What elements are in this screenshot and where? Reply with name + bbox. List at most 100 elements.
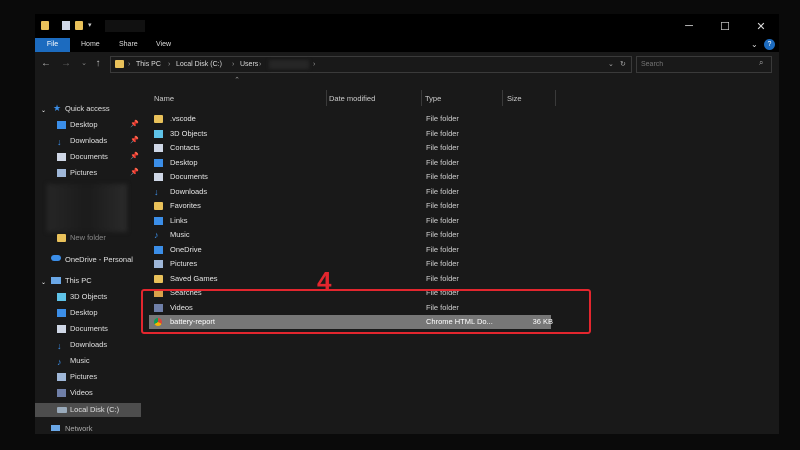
nav-pc-3d-objects[interactable]: 3D Objects: [35, 290, 141, 304]
expand-arrow-icon[interactable]: ⌄: [41, 276, 46, 290]
nav-label: Videos: [70, 388, 93, 397]
nav-pc-local-disk[interactable]: Local Disk (C:): [35, 403, 141, 417]
favorites-icon: [154, 202, 163, 210]
nav-pc-music[interactable]: ♪ Music: [35, 354, 141, 368]
file-row-desktop[interactable]: Desktop File folder: [149, 156, 551, 170]
column-divider[interactable]: [326, 90, 327, 106]
nav-pc-downloads[interactable]: ↓ Downloads: [35, 338, 141, 352]
nav-pc-documents[interactable]: Documents: [35, 322, 141, 336]
nav-label: Music: [70, 356, 90, 365]
pin-icon[interactable]: 📌: [130, 166, 139, 180]
file-row-documents[interactable]: Documents File folder: [149, 170, 551, 184]
file-type: File folder: [426, 230, 459, 239]
nav-label: Documents: [70, 152, 108, 161]
redacted-username: [269, 60, 309, 69]
file-row-vscode[interactable]: .vscode File folder: [149, 112, 551, 126]
tab-home[interactable]: Home: [81, 38, 100, 52]
file-type: File folder: [426, 273, 459, 283]
file-type: File folder: [426, 128, 459, 138]
file-row-favorites[interactable]: Favorites File folder: [149, 199, 551, 213]
pin-icon[interactable]: 📌: [130, 118, 139, 132]
nav-onedrive[interactable]: OneDrive - Personal: [35, 253, 141, 267]
maximize-button[interactable]: ☐: [707, 14, 743, 38]
column-divider[interactable]: [502, 90, 503, 106]
column-header-date[interactable]: Date modified: [329, 92, 375, 106]
nav-quick-downloads[interactable]: ↓ Downloads 📌: [35, 134, 141, 148]
column-divider[interactable]: [555, 90, 556, 106]
chevron-down-icon[interactable]: ⌄: [608, 57, 614, 72]
pin-icon[interactable]: 📌: [130, 134, 139, 148]
file-row-onedrive[interactable]: OneDrive File folder: [149, 243, 551, 257]
column-header-name[interactable]: Name: [154, 92, 174, 106]
ribbon-tabs: File Home Share View ⌄ ?: [35, 38, 779, 52]
minimize-button[interactable]: ─: [671, 14, 707, 38]
recent-locations-button[interactable]: ⌄: [77, 56, 91, 72]
file-name: Documents: [170, 172, 208, 181]
breadcrumb-local-disk[interactable]: Local Disk (C:): [176, 57, 222, 72]
tab-file[interactable]: File: [35, 38, 70, 52]
nav-quick-access[interactable]: ⌄ ★ Quick access: [35, 102, 141, 116]
videos-icon: [57, 389, 66, 397]
breadcrumb-separator: ›: [168, 61, 171, 68]
nav-this-pc[interactable]: ⌄ This PC: [35, 274, 141, 288]
forward-button[interactable]: →: [59, 56, 73, 72]
search-input[interactable]: [641, 58, 751, 70]
pin-icon[interactable]: 📌: [130, 150, 139, 164]
nav-pc-desktop[interactable]: Desktop: [35, 306, 141, 320]
file-row-3d-objects[interactable]: 3D Objects File folder: [149, 127, 551, 141]
breadcrumb-this-pc[interactable]: This PC: [136, 57, 161, 72]
star-icon: ★: [53, 103, 62, 113]
file-row-music[interactable]: ♪ Music File folder: [149, 228, 551, 242]
search-box[interactable]: ⌕: [636, 56, 772, 73]
column-header-size[interactable]: Size: [507, 92, 522, 106]
breadcrumb-users[interactable]: Users: [240, 57, 258, 72]
nav-label: Desktop: [70, 120, 98, 129]
nav-quick-desktop[interactable]: Desktop 📌: [35, 118, 141, 132]
chevron-down-icon[interactable]: ▾: [88, 21, 96, 30]
file-row-saved-games[interactable]: Saved Games File folder: [149, 272, 551, 286]
pictures-icon: [57, 169, 66, 177]
new-folder-icon[interactable]: [75, 21, 83, 30]
file-row-links[interactable]: Links File folder: [149, 214, 551, 228]
downloads-icon: ↓: [57, 137, 62, 147]
breadcrumb-separator: ›: [232, 61, 235, 68]
folder-icon: [154, 115, 163, 123]
nav-quick-documents[interactable]: Documents 📌: [35, 150, 141, 164]
breadcrumb-separator: ›: [128, 61, 131, 68]
nav-pc-pictures[interactable]: Pictures: [35, 370, 141, 384]
file-type: File folder: [426, 215, 459, 225]
tab-view[interactable]: View: [156, 38, 171, 52]
nav-quick-pictures[interactable]: Pictures 📌: [35, 166, 141, 180]
file-name: OneDrive: [170, 244, 202, 254]
tab-share[interactable]: Share: [119, 38, 138, 52]
up-button[interactable]: ↑: [91, 56, 105, 72]
help-icon[interactable]: ?: [764, 39, 775, 50]
nav-pc-videos[interactable]: Videos: [35, 386, 141, 400]
close-button[interactable]: ✕: [743, 14, 779, 38]
file-list: ⌃ Name Date modified Type Size .vscode F…: [141, 77, 779, 434]
music-icon: ♪: [57, 357, 62, 367]
nav-label: This PC: [65, 276, 92, 285]
chevron-down-icon[interactable]: ⌄: [751, 38, 758, 52]
file-row-pictures[interactable]: Pictures File folder: [149, 257, 551, 271]
back-button[interactable]: ←: [39, 56, 53, 72]
column-divider[interactable]: [421, 90, 422, 106]
properties-icon[interactable]: [62, 21, 70, 30]
pictures-icon: [57, 373, 66, 381]
nav-label: Documents: [70, 324, 108, 333]
file-row-downloads[interactable]: ↓ Downloads File folder: [149, 185, 551, 199]
refresh-icon[interactable]: ↻: [620, 57, 626, 72]
computer-icon: [51, 277, 61, 284]
nav-label: Network: [65, 424, 93, 433]
address-row: ← → ⌄ ↑ › This PC › Local Disk (C:) › Us…: [35, 52, 779, 76]
file-name: Pictures: [170, 259, 198, 268]
nav-new-folder[interactable]: New folder: [35, 231, 141, 245]
expand-arrow-icon[interactable]: ⌄: [41, 104, 46, 118]
nav-network[interactable]: Network: [35, 422, 141, 434]
column-header-type[interactable]: Type: [425, 92, 441, 106]
folder-icon: [57, 234, 66, 242]
file-row-contacts[interactable]: Contacts File folder: [149, 141, 551, 155]
window-title-redacted: [105, 20, 145, 32]
address-bar[interactable]: › This PC › Local Disk (C:) › Users › › …: [110, 56, 632, 73]
file-type: File folder: [426, 201, 459, 210]
